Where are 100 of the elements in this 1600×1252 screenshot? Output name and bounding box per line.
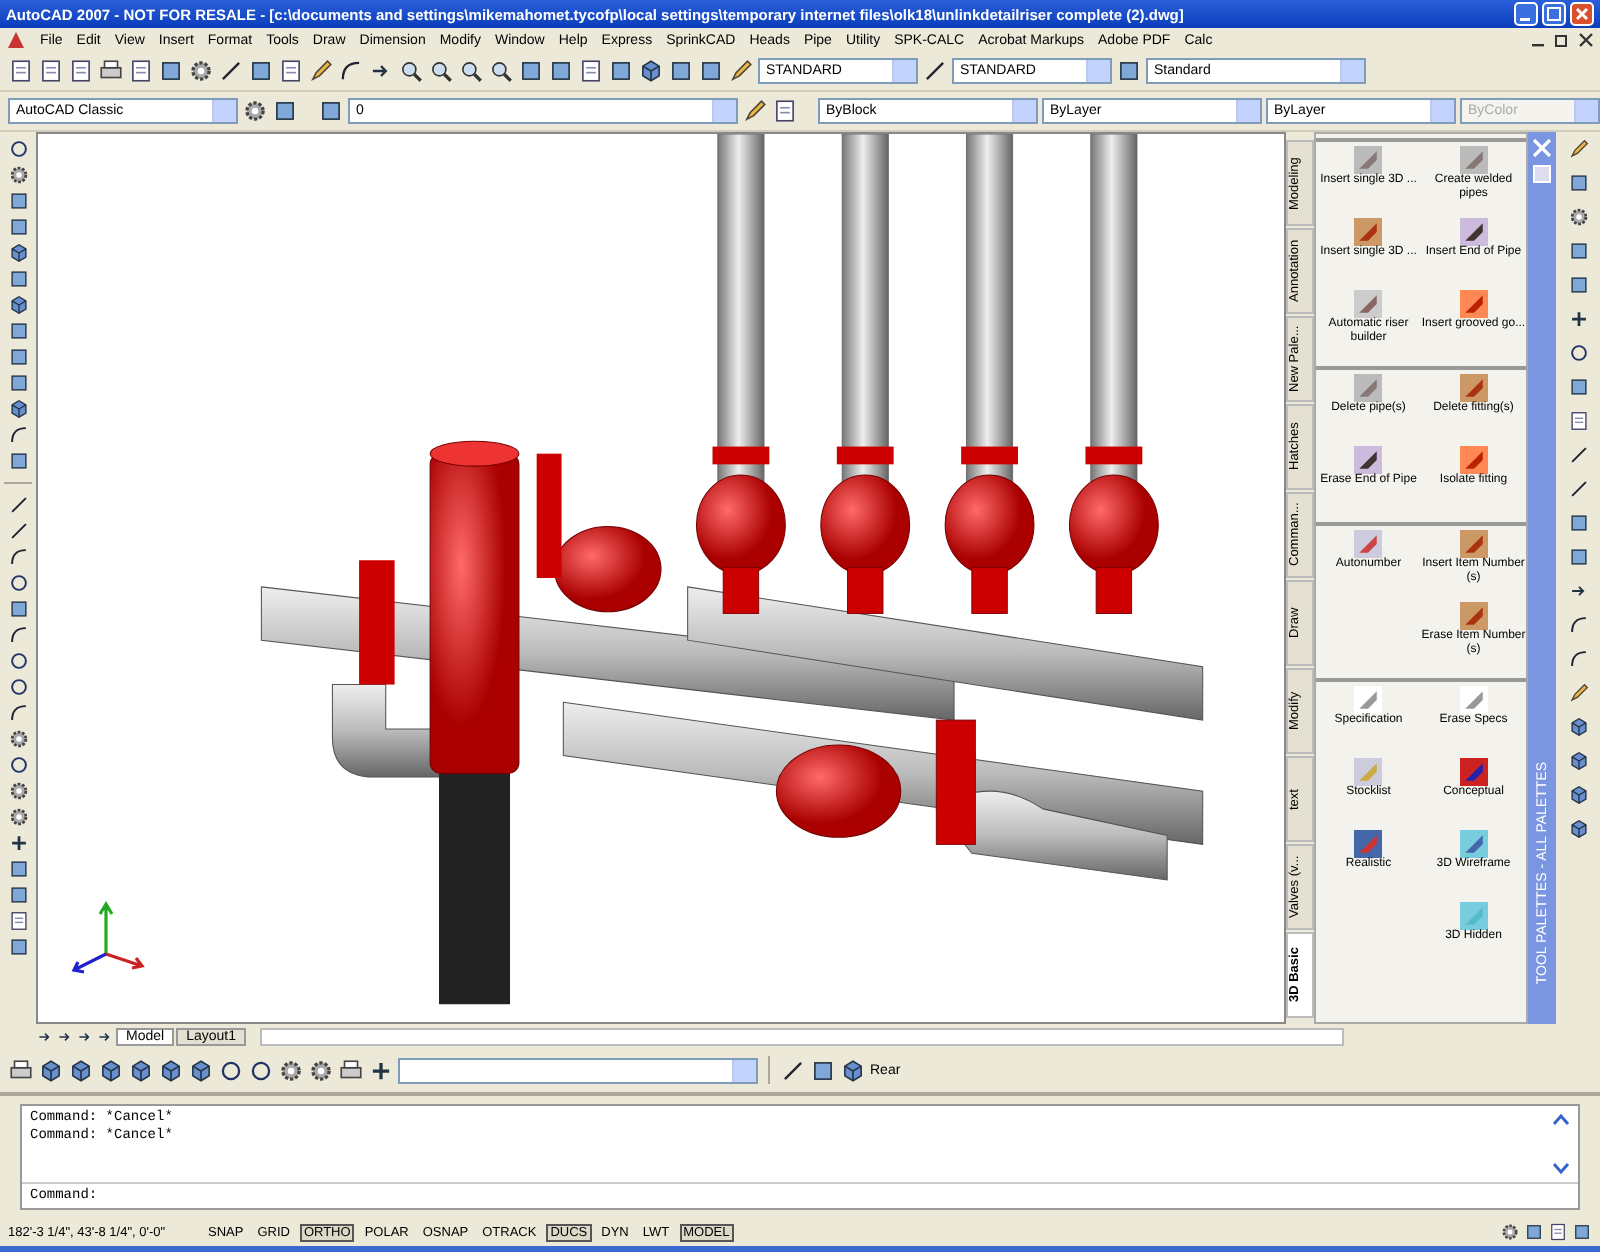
gear-icon[interactable]	[7, 164, 29, 186]
square-icon[interactable]	[810, 1057, 836, 1083]
pencil-icon[interactable]	[728, 58, 754, 84]
circle-icon[interactable]	[248, 1057, 274, 1083]
zoom-icon[interactable]	[398, 58, 424, 84]
pencil-icon[interactable]	[308, 58, 334, 84]
circle-icon[interactable]	[7, 138, 29, 160]
square-icon[interactable]	[7, 216, 29, 238]
page-icon[interactable]	[128, 58, 154, 84]
square-icon[interactable]	[7, 598, 29, 620]
pencil-icon[interactable]	[1567, 682, 1589, 704]
gear-icon[interactable]	[1567, 206, 1589, 228]
square-icon[interactable]	[7, 450, 29, 472]
square-icon[interactable]	[1567, 172, 1589, 194]
square-icon[interactable]	[1524, 1222, 1544, 1242]
pencil-icon[interactable]	[1567, 138, 1589, 160]
gear-icon[interactable]	[7, 780, 29, 802]
gear-icon[interactable]	[7, 806, 29, 828]
scroll-up-icon[interactable]	[1552, 1112, 1570, 1130]
zoom-icon[interactable]	[488, 58, 514, 84]
zoom-icon[interactable]	[428, 58, 454, 84]
square-icon[interactable]	[7, 346, 29, 368]
cube-icon[interactable]	[68, 1057, 94, 1083]
circle-icon[interactable]	[1567, 342, 1589, 364]
square-icon[interactable]	[248, 58, 274, 84]
cube-icon[interactable]	[7, 242, 29, 264]
arc-icon[interactable]	[338, 58, 364, 84]
print-icon[interactable]	[338, 1057, 364, 1083]
square-icon[interactable]	[1567, 376, 1589, 398]
arc-icon[interactable]	[7, 424, 29, 446]
gear-icon[interactable]	[188, 58, 214, 84]
square-icon[interactable]	[518, 58, 544, 84]
square-icon[interactable]	[1567, 546, 1589, 568]
arrow-icon[interactable]	[56, 1027, 74, 1045]
square-icon[interactable]	[1567, 512, 1589, 534]
gear-icon[interactable]	[242, 98, 268, 124]
square-icon[interactable]	[7, 190, 29, 212]
square-icon[interactable]	[608, 58, 634, 84]
pencil-icon[interactable]	[742, 98, 768, 124]
page-icon[interactable]	[772, 98, 798, 124]
circle-icon[interactable]	[7, 754, 29, 776]
zoom-icon[interactable]	[458, 58, 484, 84]
print-icon[interactable]	[98, 58, 124, 84]
page-icon[interactable]	[578, 58, 604, 84]
cube-icon[interactable]	[7, 398, 29, 420]
circle-icon[interactable]	[7, 572, 29, 594]
circle-icon[interactable]	[218, 1057, 244, 1083]
cube-icon[interactable]	[1567, 818, 1589, 840]
page-icon[interactable]	[8, 58, 34, 84]
plus-icon[interactable]	[7, 832, 29, 854]
gear-icon[interactable]	[7, 728, 29, 750]
cube-icon[interactable]	[638, 58, 664, 84]
line-icon[interactable]	[780, 1057, 806, 1083]
page-icon[interactable]	[1548, 1222, 1568, 1242]
page-icon[interactable]	[68, 58, 94, 84]
page-icon[interactable]	[278, 58, 304, 84]
page-icon[interactable]	[7, 910, 29, 932]
line-icon[interactable]	[1567, 478, 1589, 500]
cube-icon[interactable]	[1567, 784, 1589, 806]
cube-icon[interactable]	[7, 294, 29, 316]
properties-icon[interactable]	[1532, 164, 1552, 184]
square-icon[interactable]	[7, 372, 29, 394]
square-icon[interactable]	[1572, 1222, 1592, 1242]
line-icon[interactable]	[7, 520, 29, 542]
horizontal-scrollbar[interactable]	[260, 1027, 1344, 1045]
cube-icon[interactable]	[1567, 716, 1589, 738]
line-icon[interactable]	[922, 58, 948, 84]
minimize-icon[interactable]	[1514, 2, 1538, 26]
close-icon[interactable]	[1578, 32, 1594, 48]
square-icon[interactable]	[668, 58, 694, 84]
circle-icon[interactable]	[7, 676, 29, 698]
plus-icon[interactable]	[368, 1057, 394, 1083]
square-icon[interactable]	[1567, 274, 1589, 296]
arrow-icon[interactable]	[96, 1027, 114, 1045]
line-icon[interactable]	[218, 58, 244, 84]
line-icon[interactable]	[7, 494, 29, 516]
gear-icon[interactable]	[1500, 1222, 1520, 1242]
square-icon[interactable]	[7, 936, 29, 958]
square-icon[interactable]	[158, 58, 184, 84]
square-icon[interactable]	[7, 884, 29, 906]
cube-icon[interactable]	[98, 1057, 124, 1083]
cube-icon[interactable]	[128, 1057, 154, 1083]
arc-icon[interactable]	[7, 546, 29, 568]
cube-icon[interactable]	[38, 1057, 64, 1083]
square-icon[interactable]	[1567, 240, 1589, 262]
print-icon[interactable]	[8, 1057, 34, 1083]
square-icon[interactable]	[1116, 58, 1142, 84]
square-icon[interactable]	[7, 268, 29, 290]
square-icon[interactable]	[318, 98, 344, 124]
square-icon[interactable]	[548, 58, 574, 84]
cube-icon[interactable]	[158, 1057, 184, 1083]
cube-icon[interactable]	[188, 1057, 214, 1083]
page-icon[interactable]	[1567, 410, 1589, 432]
scroll-down-icon[interactable]	[1552, 1158, 1570, 1176]
arrow-icon[interactable]	[76, 1027, 94, 1045]
arrow-icon[interactable]	[1567, 580, 1589, 602]
square-icon[interactable]	[698, 58, 724, 84]
arrow-icon[interactable]	[36, 1027, 54, 1045]
cube-icon[interactable]	[1567, 750, 1589, 772]
arc-icon[interactable]	[1567, 614, 1589, 636]
